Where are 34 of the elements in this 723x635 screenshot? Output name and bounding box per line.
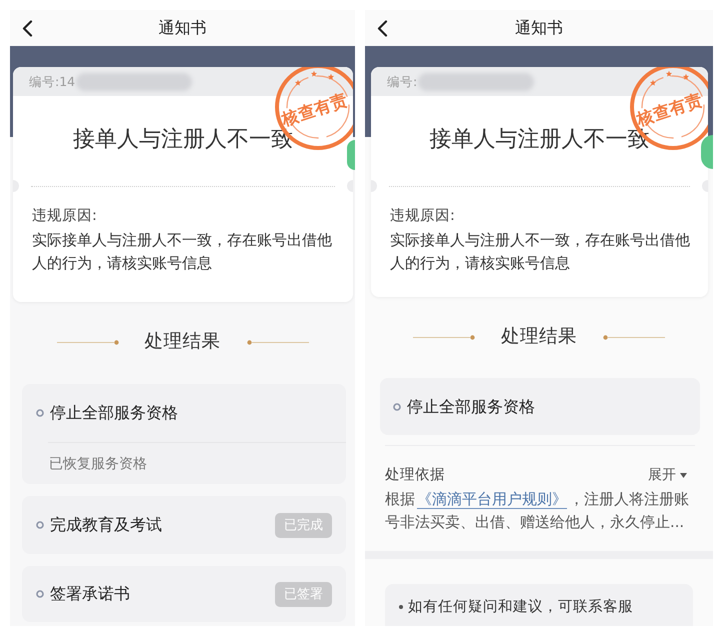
reason-label: 违规原因: (390, 207, 456, 226)
ring-bullet-icon (36, 409, 44, 417)
ornament-line-icon (603, 334, 665, 340)
serial-number-label: 编号: (387, 74, 418, 90)
caret-icon (680, 472, 687, 478)
ornament-line-icon (413, 334, 475, 340)
stamp-text: 核查有责 (634, 90, 706, 130)
ring-bullet-icon (36, 521, 44, 529)
result-title: 停止全部服务资格 (407, 396, 535, 418)
reason-text: 实际接单人与注册人不一致，存在账号出借他人的行为，请核实账号信息 (390, 230, 690, 274)
back-icon[interactable] (22, 20, 33, 36)
reason-text: 实际接单人与注册人不一致，存在账号出借他人的行为，请核实账号信息 (32, 230, 333, 274)
result-title: 完成教育及考试 (50, 514, 162, 536)
ornament-line-icon (246, 340, 308, 344)
result-note: 已恢复服务资格 (49, 454, 147, 472)
ornament-line-icon (56, 340, 118, 344)
rules-link[interactable]: 《滴滴平台用户规则》 (417, 491, 567, 509)
back-icon[interactable] (377, 20, 388, 36)
result-title: 停止全部服务资格 (50, 402, 178, 424)
reason-label: 违规原因: (32, 207, 98, 226)
stamp-text: 核查有责 (280, 90, 350, 130)
ring-bullet-icon (393, 402, 401, 410)
section-title: 处理结果 (144, 330, 220, 354)
serial-number-label: 编号:14 (29, 74, 76, 90)
section-title: 处理结果 (501, 325, 577, 349)
page-title: 通知书 (515, 18, 563, 38)
basis-label: 处理依据 (385, 466, 445, 485)
result-title: 签署承诺书 (50, 583, 130, 605)
bullet-dot-icon (399, 605, 403, 609)
help-text: 如有任何疑问和建议，可联系客服 (408, 597, 633, 617)
ring-bullet-icon (36, 590, 44, 598)
page-title: 通知书 (158, 18, 206, 38)
expand-toggle[interactable]: 展开 (648, 465, 687, 485)
basis-text: 根据《滴滴平台用户规则》，注册人将注册账号非法买卖、出借、赠送给他人，永久停止... (385, 490, 690, 533)
